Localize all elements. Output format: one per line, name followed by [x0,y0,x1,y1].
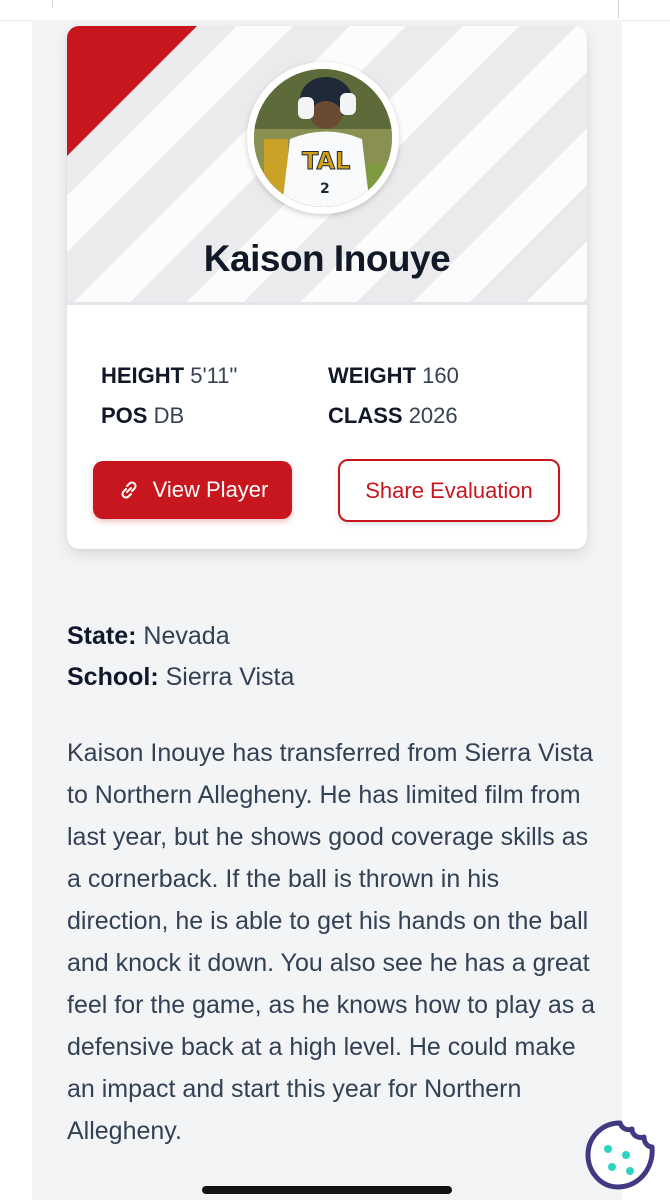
share-evaluation-label: Share Evaluation [365,477,533,503]
school-label: School: [67,663,159,691]
stat-weight-value: 160 [422,363,459,388]
stat-height: HEIGHT 5'11" [101,363,237,389]
stat-weight: WEIGHT 160 [328,363,459,389]
stat-class-label: CLASS [328,403,403,428]
player-photo-illustration: TAL 2 [254,69,392,207]
school-line: School: Sierra Vista [67,663,294,692]
player-card: TAL 2 Kaison Inouye HEIGHT 5'11" WEIGHT … [67,26,587,549]
home-indicator [202,1186,452,1194]
school-value: Sierra Vista [165,663,295,691]
header-red-corner [67,26,197,156]
stat-position-value: DB [153,403,185,428]
player-name: Kaison Inouye [203,238,451,279]
state-label: State: [67,622,137,650]
view-player-button[interactable]: View Player [93,461,292,519]
top-divider-right [618,0,619,18]
browser-top-bar [0,0,670,21]
svg-text:2: 2 [320,181,330,197]
svg-text:TAL: TAL [302,147,350,175]
stat-class: CLASS 2026 [328,403,458,429]
player-photo: TAL 2 [254,69,392,207]
cookie-icon [585,1120,655,1190]
state-line: State: Nevada [67,622,230,651]
evaluation-text: Kaison Inouye has transferred from Sierr… [67,739,596,1145]
cookie-settings-button[interactable] [584,1119,656,1191]
player-card-header: TAL 2 Kaison Inouye [67,26,587,305]
top-divider-left [52,0,53,8]
stat-position-label: POS [101,403,148,428]
stat-height-value: 5'11" [190,363,238,388]
stat-weight-label: WEIGHT [328,363,416,388]
stat-height-label: HEIGHT [101,363,185,388]
link-icon [121,481,137,499]
view-player-label: View Player [152,477,269,502]
state-value: Nevada [143,622,230,650]
avatar: TAL 2 [247,62,399,214]
share-evaluation-button[interactable]: Share Evaluation [338,459,560,522]
stat-position: POS DB [101,403,184,429]
stat-class-value: 2026 [408,403,458,428]
